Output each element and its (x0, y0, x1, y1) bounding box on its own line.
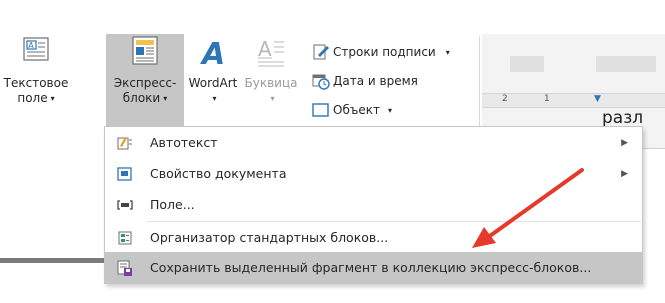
textbox-label-2: поле (17, 91, 48, 105)
calendar-clock-icon (312, 72, 330, 90)
object-button[interactable]: Объект ▾ (312, 100, 392, 120)
chevron-down-icon: ▾ (212, 94, 217, 103)
textbox-label-1: Текстовое (3, 76, 69, 90)
building-blocks-organizer-icon (117, 230, 133, 246)
chevron-right-icon: ▶ (621, 137, 628, 148)
menu-item-label: Поле... (150, 197, 195, 212)
date-time-button[interactable]: Дата и время (312, 71, 418, 91)
ribbon-separator (479, 36, 480, 132)
signature-icon (312, 43, 330, 61)
date-time-label: Дата и время (333, 74, 418, 88)
quickparts-menu: Автотекст ▶ Свойство документа ▶ Поле... (104, 126, 643, 284)
dropcap-icon: A (254, 34, 288, 70)
ruler-mark: 2 (502, 94, 508, 104)
svg-text:A: A (200, 37, 225, 70)
menu-item-label: Свойство документа (150, 166, 287, 181)
dropcap-button[interactable]: A Буквица ▾ (243, 34, 299, 126)
indent-marker-icon[interactable]: ▼ (594, 94, 601, 104)
object-icon (312, 101, 330, 119)
menu-item-save-selection[interactable]: Сохранить выделенный фрагмент в коллекци… (105, 252, 642, 283)
menu-item-label: Автотекст (150, 135, 218, 150)
wordart-button[interactable]: A WordArt ▾ (184, 34, 242, 126)
left-panel-band (0, 258, 104, 263)
signature-line-button[interactable]: Строки подписи ▾ (312, 42, 450, 62)
document-text: разл (602, 108, 644, 128)
menu-item-field[interactable]: Поле... (105, 189, 642, 220)
svg-text:A: A (28, 41, 34, 50)
autotext-icon (117, 135, 133, 151)
chevron-down-icon: ▾ (270, 94, 275, 103)
chevron-down-icon: ▾ (163, 94, 168, 103)
menu-item-label: Организатор стандартных блоков... (150, 230, 389, 245)
signature-line-label: Строки подписи (333, 45, 436, 59)
quickparts-icon (128, 34, 162, 70)
object-label: Объект (333, 103, 380, 117)
quickparts-button[interactable]: Экспресс- блоки ▾ (106, 34, 184, 126)
left-panel (0, 148, 104, 303)
chevron-right-icon: ▶ (621, 168, 628, 179)
textbox-icon: A (19, 34, 53, 70)
ruler-mark: 1 (544, 94, 550, 104)
wordart-label: WordArt (188, 76, 238, 90)
chevron-down-icon: ▾ (50, 94, 55, 103)
field-icon (117, 197, 133, 213)
wordart-icon: A (196, 34, 230, 72)
document-property-icon (117, 166, 133, 182)
textbox-button[interactable]: A Текстовое поле ▾ (4, 34, 68, 126)
quickparts-label-2: блоки (122, 91, 161, 105)
menu-item-building-blocks-organizer[interactable]: Организатор стандартных блоков... (105, 222, 642, 253)
ruler[interactable]: 2 1 ▼ (482, 93, 665, 108)
dropcap-label: Буквица (244, 76, 298, 90)
menu-item-document-property[interactable]: Свойство документа ▶ (105, 158, 642, 189)
save-selection-icon (117, 260, 133, 276)
menu-item-autotext[interactable]: Автотекст ▶ (105, 127, 642, 158)
menu-item-label: Сохранить выделенный фрагмент в коллекци… (150, 260, 592, 275)
blurred-block (510, 56, 544, 72)
blurred-block (596, 56, 656, 72)
chevron-down-icon: ▾ (387, 105, 392, 115)
svg-text:A: A (258, 37, 272, 61)
chevron-down-icon: ▾ (445, 47, 450, 57)
quickparts-label-1: Экспресс- (113, 76, 177, 90)
